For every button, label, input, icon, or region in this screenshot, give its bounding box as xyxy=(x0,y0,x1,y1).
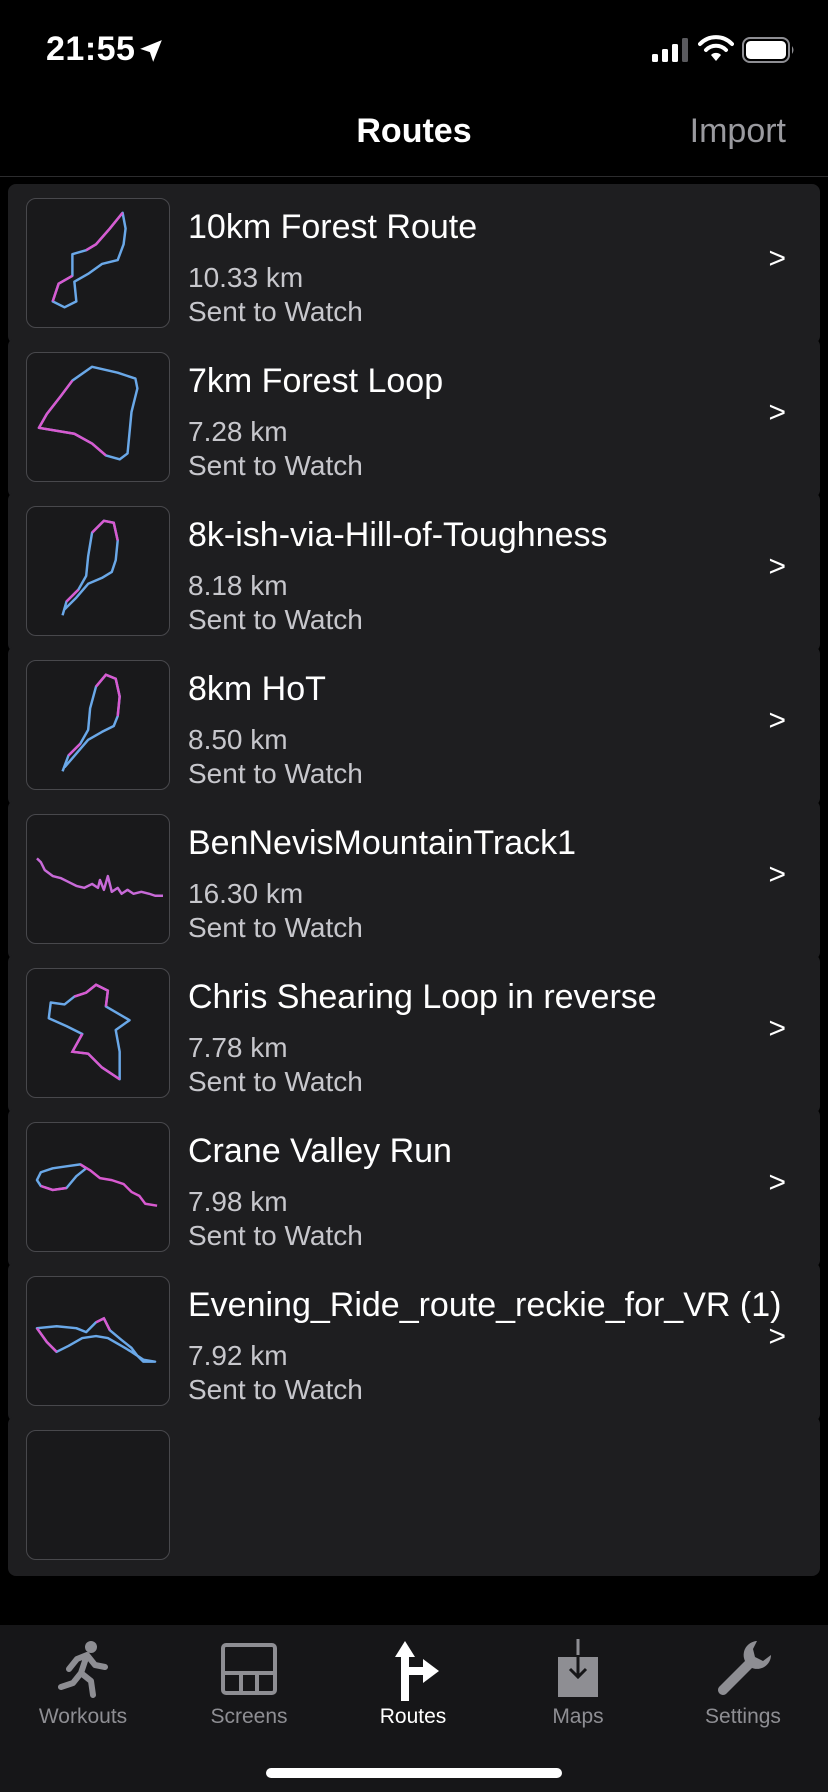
route-distance: 8.18 km xyxy=(188,570,288,601)
route-status: Sent to Watch xyxy=(188,450,363,481)
route-row[interactable]: BenNevisMountainTrack1 16.30 km Sent to … xyxy=(8,800,820,960)
route-name: Evening_Ride_route_reckie_for_VR (1) xyxy=(188,1286,782,1324)
status-bar: 21:55 xyxy=(0,0,828,100)
route-status: Sent to Watch xyxy=(188,604,363,635)
chevron-right-icon: > xyxy=(768,550,786,583)
route-status: Sent to Watch xyxy=(188,296,363,327)
route-thumbnail xyxy=(26,1430,170,1560)
route-name: Crane Valley Run xyxy=(188,1132,452,1170)
tab-label: Screens xyxy=(210,1705,288,1728)
runner-icon xyxy=(58,1641,108,1698)
route-thumbnail xyxy=(26,352,170,482)
wifi-icon xyxy=(698,35,734,61)
route-status: Sent to Watch xyxy=(188,758,363,789)
route-distance: 7.28 km xyxy=(188,416,288,447)
battery-icon xyxy=(742,37,794,63)
tab-label: Workouts xyxy=(38,1705,128,1728)
routes-list[interactable]: 10km Forest Route 10.33 km Sent to Watch… xyxy=(0,177,828,1625)
chevron-right-icon: > xyxy=(768,396,786,429)
route-row[interactable]: 8km HoT 8.50 km Sent to Watch > xyxy=(8,646,820,806)
route-status: Sent to Watch xyxy=(188,1220,363,1251)
tab-settings[interactable]: Settings xyxy=(668,1637,818,1747)
route-status: Sent to Watch xyxy=(188,912,363,943)
route-name: 10km Forest Route xyxy=(188,208,478,246)
route-name: BenNevisMountainTrack1 xyxy=(188,824,577,862)
route-thumbnail xyxy=(26,1276,170,1406)
chevron-right-icon: > xyxy=(768,242,786,275)
cellular-signal-icon xyxy=(652,38,688,62)
route-thumbnail xyxy=(26,1122,170,1252)
route-row[interactable]: Crane Valley Run 7.98 km Sent to Watch > xyxy=(8,1108,820,1268)
import-button[interactable]: Import xyxy=(690,112,786,151)
route-thumbnail xyxy=(26,198,170,328)
route-row[interactable]: Chris Shearing Loop in reverse 7.78 km S… xyxy=(8,954,820,1114)
route-row[interactable]: Evening_Ride_route_reckie_for_VR (1) 7.9… xyxy=(8,1262,820,1422)
tab-maps[interactable]: Maps xyxy=(503,1637,653,1747)
route-row[interactable]: 10km Forest Route 10.33 km Sent to Watch… xyxy=(8,184,820,344)
route-name: Chris Shearing Loop in reverse xyxy=(188,978,657,1016)
chevron-right-icon: > xyxy=(768,858,786,891)
wrench-icon xyxy=(718,1641,771,1695)
route-distance: 10.33 km xyxy=(188,262,304,293)
tab-screens[interactable]: Screens xyxy=(174,1637,324,1747)
tab-label: Settings xyxy=(705,1705,781,1728)
tab-label: Routes xyxy=(379,1705,447,1728)
tab-routes[interactable]: Routes xyxy=(338,1637,488,1747)
chevron-right-icon: > xyxy=(768,1320,786,1353)
route-thumbnail xyxy=(26,506,170,636)
route-row[interactable]: 7km Forest Loop 7.28 km Sent to Watch > xyxy=(8,338,820,498)
tab-bar: Workouts Screens Routes Maps Settings xyxy=(0,1625,828,1792)
route-row[interactable]: 8k-ish-via-Hill-of-Toughness 8.18 km Sen… xyxy=(8,492,820,652)
home-indicator[interactable] xyxy=(266,1768,562,1778)
chevron-right-icon: > xyxy=(768,704,786,737)
route-distance: 7.92 km xyxy=(188,1340,288,1371)
route-distance: 7.98 km xyxy=(188,1186,288,1217)
screens-grid-icon xyxy=(221,1643,277,1695)
route-turn-icon xyxy=(395,1641,439,1701)
route-name: 8k-ish-via-Hill-of-Toughness xyxy=(188,516,608,554)
navigation-bar: Routes Import xyxy=(0,100,828,177)
location-arrow-icon xyxy=(140,40,162,62)
chevron-right-icon: > xyxy=(768,1012,786,1045)
route-thumbnail xyxy=(26,968,170,1098)
map-download-icon xyxy=(558,1639,598,1697)
status-time: 21:55 xyxy=(46,30,136,68)
chevron-right-icon: > xyxy=(768,1166,786,1199)
route-distance: 7.78 km xyxy=(188,1032,288,1063)
route-name: 7km Forest Loop xyxy=(188,362,444,400)
route-distance: 16.30 km xyxy=(188,878,304,909)
route-status: Sent to Watch xyxy=(188,1374,363,1405)
route-row-partial[interactable] xyxy=(8,1416,820,1576)
route-thumbnail xyxy=(26,660,170,790)
tab-workouts[interactable]: Workouts xyxy=(8,1637,158,1747)
route-name: 8km HoT xyxy=(188,670,326,708)
route-distance: 8.50 km xyxy=(188,724,288,755)
tab-label: Maps xyxy=(552,1705,604,1728)
route-thumbnail xyxy=(26,814,170,944)
route-status: Sent to Watch xyxy=(188,1066,363,1097)
